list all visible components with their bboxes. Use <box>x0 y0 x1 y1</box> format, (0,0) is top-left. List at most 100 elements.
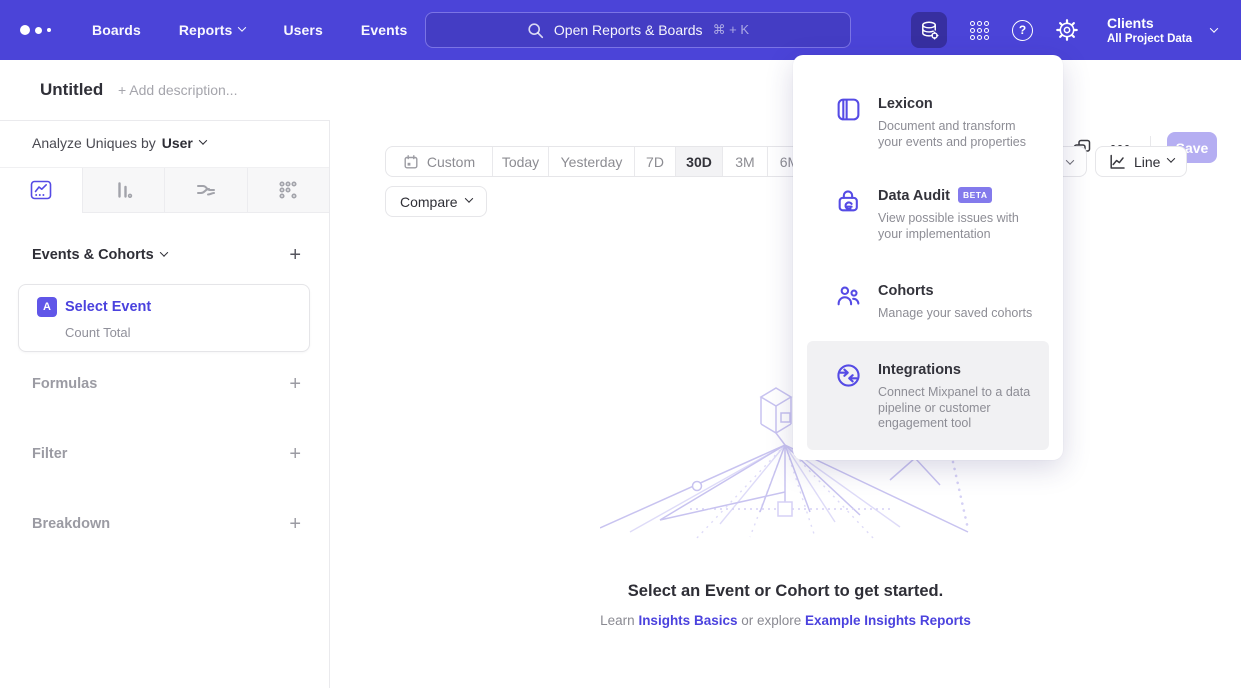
beta-badge: BETA <box>958 187 993 203</box>
breakdown-label: Breakdown <box>32 516 110 532</box>
top-navbar: Boards Reports Users Events Open Reports… <box>0 0 1241 60</box>
menu-item-title: Data Audit <box>878 188 950 204</box>
data-audit-icon <box>835 187 862 242</box>
compare-button[interactable]: Compare <box>385 186 487 217</box>
date-range-7d[interactable]: 7D <box>634 147 675 176</box>
nav-item-boards[interactable]: Boards <box>92 22 141 38</box>
bar-chart-tab-icon <box>112 179 134 201</box>
apps-grid-icon <box>970 21 989 40</box>
nav-item-users[interactable]: Users <box>283 22 322 38</box>
nav-item-events[interactable]: Events <box>361 22 408 38</box>
date-range-custom[interactable]: Custom <box>386 147 492 176</box>
chevron-down-icon <box>464 194 472 202</box>
add-formula-button[interactable]: + <box>289 376 301 392</box>
breakdown-section: Breakdown + <box>32 516 301 532</box>
menu-item-lexicon[interactable]: Lexicon Document and transform your even… <box>807 83 1049 162</box>
chevron-down-icon <box>1066 156 1074 164</box>
date-range-label: Yesterday <box>561 154 623 170</box>
menu-item-title: Cohorts <box>878 283 934 299</box>
date-range-label: Today <box>502 154 539 170</box>
data-management-button[interactable] <box>911 12 947 48</box>
gear-icon <box>1056 19 1078 41</box>
apps-menu-button[interactable] <box>970 21 989 40</box>
date-range-label: 3M <box>735 154 754 170</box>
insights-basics-link[interactable]: Insights Basics <box>638 613 737 628</box>
tab-metrics[interactable] <box>247 168 330 213</box>
menu-item-cohorts[interactable]: Cohorts Manage your saved cohorts <box>807 270 1049 334</box>
date-range-today[interactable]: Today <box>492 147 548 176</box>
filter-label: Filter <box>32 446 67 462</box>
date-range-label: Custom <box>427 154 475 170</box>
tab-bar-chart[interactable] <box>82 168 165 213</box>
chevron-down-icon <box>1210 24 1218 32</box>
database-gear-icon <box>918 19 941 42</box>
menu-item-description: Connect Mixpanel to a data pipeline or c… <box>878 385 1043 432</box>
menu-item-description: Document and transform your events and p… <box>878 119 1043 150</box>
search-placeholder: Open Reports & Boards <box>554 22 703 38</box>
data-management-dropdown: Lexicon Document and transform your even… <box>793 55 1063 460</box>
nav-item-label: Boards <box>92 22 141 38</box>
empty-state-text: or explore <box>737 613 805 628</box>
search-icon <box>527 22 544 39</box>
event-metric-selector[interactable]: Count Total <box>65 325 131 340</box>
empty-state-title: Select an Event or Cohort to get started… <box>330 582 1241 601</box>
date-range-3m[interactable]: 3M <box>722 147 767 176</box>
search-shortcut: ⌘ + K <box>713 22 750 38</box>
line-chart-tab-icon <box>29 178 53 202</box>
chevron-down-icon <box>238 23 246 31</box>
analyze-value: User <box>162 135 193 151</box>
formulas-section: Formulas + <box>32 376 301 392</box>
add-event-button[interactable]: + <box>289 247 301 263</box>
select-event-button[interactable]: Select Event <box>65 299 151 315</box>
date-range-label: 30D <box>686 154 712 170</box>
nav-item-reports[interactable]: Reports <box>179 22 246 38</box>
chart-type-tabs <box>0 167 329 213</box>
help-icon: ? <box>1012 20 1033 41</box>
analyze-uniques-row: Analyze Uniques by User <box>32 135 206 151</box>
help-button[interactable]: ? <box>1012 20 1033 41</box>
query-builder-sidebar: Analyze Uniques by User <box>0 120 330 688</box>
event-series-badge: A <box>37 297 57 317</box>
nav-item-label: Reports <box>179 22 233 38</box>
add-breakdown-button[interactable]: + <box>289 516 301 532</box>
calendar-icon <box>403 154 419 170</box>
report-title[interactable]: Untitled <box>40 80 103 100</box>
date-range-30d[interactable]: 30D <box>675 147 722 176</box>
events-cohorts-header: Events & Cohorts + <box>32 247 301 263</box>
menu-item-description: Manage your saved cohorts <box>878 306 1043 322</box>
project-scope: All Project Data <box>1107 32 1192 46</box>
chart-type-selector[interactable]: Line <box>1095 146 1187 177</box>
empty-state-text: Learn <box>600 613 638 628</box>
nav-item-label: Users <box>283 22 322 38</box>
settings-button[interactable] <box>1056 19 1078 41</box>
mixpanel-insights-app: Boards Reports Users Events Open Reports… <box>0 0 1241 688</box>
menu-item-title: Integrations <box>878 362 961 378</box>
menu-item-data-audit[interactable]: Data AuditBETA View possible issues with… <box>807 175 1049 254</box>
nav-item-label: Events <box>361 22 408 38</box>
line-chart-icon <box>1108 153 1126 171</box>
cohorts-icon <box>835 282 862 322</box>
chevron-down-icon <box>1167 154 1175 162</box>
date-range-yesterday[interactable]: Yesterday <box>548 147 634 176</box>
menu-item-integrations[interactable]: Integrations Connect Mixpanel to a data … <box>807 341 1049 450</box>
analyze-value-dropdown[interactable]: User <box>162 135 206 151</box>
global-search-input[interactable]: Open Reports & Boards ⌘ + K <box>425 12 851 48</box>
project-name: Clients <box>1107 15 1192 32</box>
chevron-down-icon <box>159 248 167 256</box>
flow-tab-icon <box>194 178 218 202</box>
filter-section: Filter + <box>32 446 301 462</box>
add-filter-button[interactable]: + <box>289 446 301 462</box>
example-reports-link[interactable]: Example Insights Reports <box>805 613 971 628</box>
tab-flow[interactable] <box>164 168 247 213</box>
menu-item-title: Lexicon <box>878 96 933 112</box>
events-cohorts-toggle[interactable]: Events & Cohorts <box>32 247 167 263</box>
mixpanel-logo-icon[interactable] <box>20 25 54 35</box>
integrations-icon <box>835 361 862 438</box>
event-card[interactable]: A Select Event Count Total <box>18 284 310 352</box>
report-description-placeholder[interactable]: + Add description... <box>118 82 237 98</box>
chevron-down-icon <box>199 136 207 144</box>
project-selector[interactable]: Clients All Project Data <box>1107 15 1217 46</box>
metrics-tab-icon <box>277 179 299 201</box>
tab-insights-line[interactable] <box>0 168 82 213</box>
lexicon-icon <box>835 95 862 150</box>
